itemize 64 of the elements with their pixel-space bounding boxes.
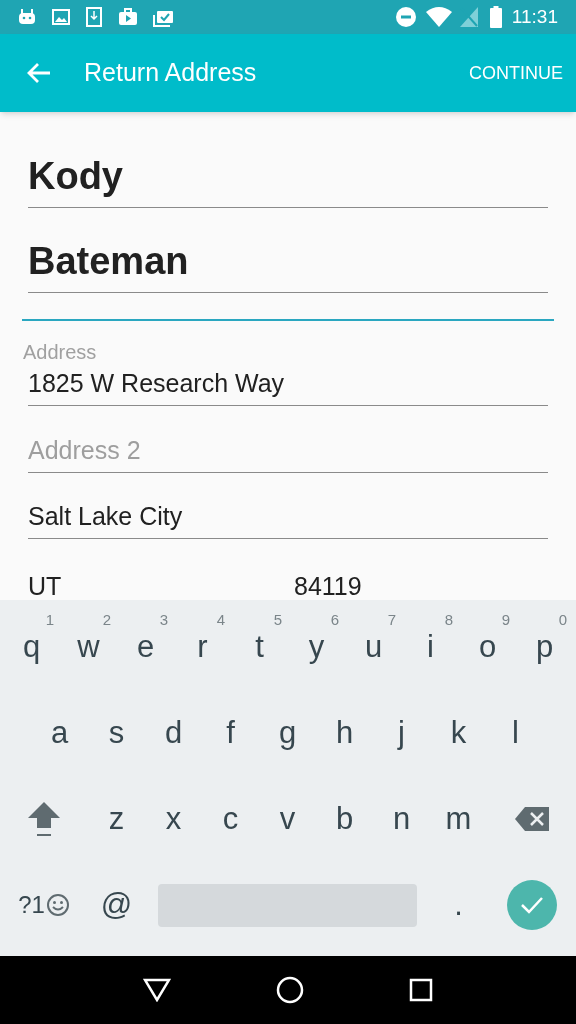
keyboard-key[interactable]: s xyxy=(88,690,145,776)
no-signal-icon xyxy=(459,7,478,27)
keyboard-key[interactable]: r 4 xyxy=(174,604,231,690)
briefcase-play-icon xyxy=(118,8,138,26)
city-field[interactable]: Salt Lake City xyxy=(28,496,548,539)
keyboard-key[interactable]: @ xyxy=(88,862,145,948)
keyboard-key[interactable]: h xyxy=(316,690,373,776)
state-field[interactable]: UT xyxy=(28,565,268,600)
keyboard-key[interactable]: b xyxy=(316,776,373,862)
keyboard-key[interactable]: t 5 xyxy=(231,604,288,690)
keyboard-key[interactable]: . xyxy=(430,862,487,948)
keyboard-key[interactable]: o 9 xyxy=(459,604,516,690)
android-icon xyxy=(18,9,36,25)
keyboard-key[interactable]: y 6 xyxy=(288,604,345,690)
first-name-field[interactable]: Kody xyxy=(28,150,548,208)
key-number-hint: 3 xyxy=(159,612,168,627)
keyboard-key[interactable]: z xyxy=(88,776,145,862)
key-number-hint: 5 xyxy=(273,612,282,627)
key-number-hint: 6 xyxy=(330,612,339,627)
clock-time: 11:31 xyxy=(511,4,558,29)
recents-icon[interactable] xyxy=(409,978,434,1002)
keyboard-key[interactable]: f xyxy=(202,690,259,776)
keyboard-key[interactable]: w 2 xyxy=(60,604,117,690)
backspace-icon xyxy=(514,807,549,831)
wifi-icon xyxy=(425,7,452,27)
key-number-hint: 4 xyxy=(216,612,225,627)
home-icon[interactable] xyxy=(276,976,304,1004)
key-number-hint: 9 xyxy=(501,612,510,627)
keyboard-key[interactable]: u 7 xyxy=(345,604,402,690)
emoji-icon xyxy=(45,893,70,917)
keyboard-key[interactable]: d xyxy=(145,690,202,776)
key-number-hint: 7 xyxy=(387,612,396,627)
battery-icon xyxy=(489,6,502,28)
symbols-key[interactable]: ?1 xyxy=(0,862,88,948)
key-number-hint: 8 xyxy=(444,612,453,627)
screen-title: Return Address xyxy=(84,57,257,89)
keyboard-key[interactable]: n xyxy=(373,776,430,862)
zip-field[interactable]: 84119 xyxy=(294,565,548,600)
keyboard-key[interactable]: q 1 xyxy=(3,604,60,690)
image-icon xyxy=(52,9,70,25)
keyboard-key[interactable]: c xyxy=(202,776,259,862)
keyboard-key[interactable]: j xyxy=(373,690,430,776)
address-label: Address xyxy=(23,339,98,364)
key-number-hint: 2 xyxy=(102,612,111,627)
keyboard-key[interactable]: x xyxy=(145,776,202,862)
keyboard-key[interactable]: v xyxy=(259,776,316,862)
keyboard-key[interactable]: i 8 xyxy=(402,604,459,690)
last-name-field[interactable]: Bateman xyxy=(28,235,548,293)
key-number-hint: 0 xyxy=(558,612,567,627)
address-2-field[interactable]: Address 2 xyxy=(28,430,548,473)
shift-icon xyxy=(27,800,61,838)
keyboard-key[interactable]: l xyxy=(487,690,544,776)
keyboard-key[interactable]: k xyxy=(430,690,487,776)
key-number-hint: 1 xyxy=(45,612,54,627)
keyboard-key[interactable]: p 0 xyxy=(516,604,573,690)
keyboard-key[interactable]: g xyxy=(259,690,316,776)
back-icon[interactable] xyxy=(142,978,171,1002)
download-icon xyxy=(86,7,102,27)
do-not-disturb-icon xyxy=(395,7,416,27)
keyboard-key[interactable]: e 3 xyxy=(117,604,174,690)
checkmark-icon xyxy=(519,896,544,914)
keyboard-key[interactable]: m xyxy=(430,776,487,862)
keyboard-key[interactable]: a xyxy=(31,690,88,776)
address-field[interactable]: 1825 W Research Way xyxy=(28,363,548,406)
